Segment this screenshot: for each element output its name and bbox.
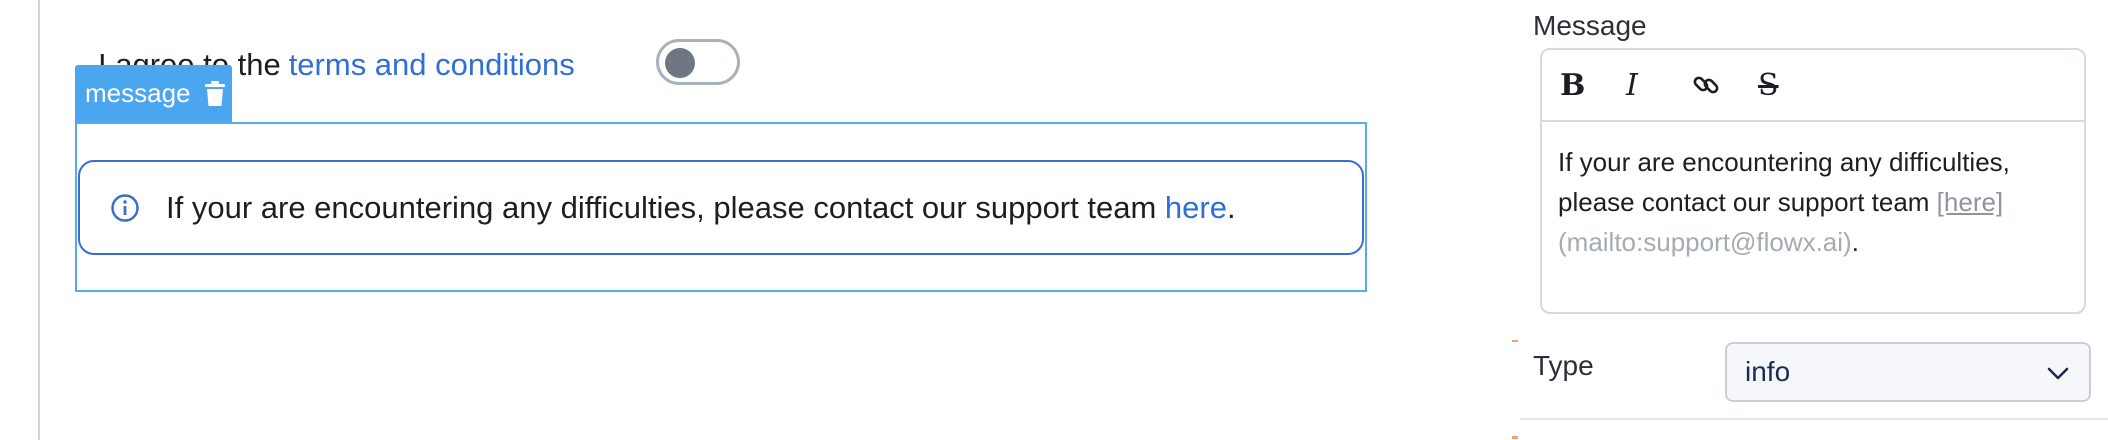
toggle-knob xyxy=(665,48,695,78)
message-body: If your are encountering any difficultie… xyxy=(166,189,1157,225)
message-text: If your are encountering any difficultie… xyxy=(166,190,1236,226)
accent-mark-bottom xyxy=(1512,436,1518,439)
editor-toolbar: B I S xyxy=(1542,50,2084,122)
component-tag-label: message xyxy=(85,78,191,108)
info-circle-icon xyxy=(110,193,140,223)
message-suffix: . xyxy=(1226,189,1236,225)
editor-link-url: (mailto:support@flowx.ai) xyxy=(1558,227,1852,257)
panel-divider xyxy=(1520,418,2108,420)
link-icon[interactable] xyxy=(1692,71,1758,99)
type-select[interactable]: info xyxy=(1725,342,2091,402)
terms-toggle[interactable] xyxy=(656,39,740,85)
bold-button[interactable]: B xyxy=(1560,68,1626,103)
italic-button[interactable]: I xyxy=(1626,68,1692,103)
chevron-down-icon xyxy=(2045,360,2071,386)
form-canvas: I agree to the terms and conditions mess… xyxy=(0,0,1520,440)
editor-content[interactable]: If your are encountering any difficultie… xyxy=(1542,122,2084,282)
accent-mark xyxy=(1512,340,1518,342)
properties-panel: Message B I S If your are encountering a… xyxy=(1520,0,2108,440)
message-link[interactable]: here xyxy=(1165,190,1227,225)
editor-suffix: . xyxy=(1851,227,1859,257)
message-editor[interactable]: B I S If your are encountering any diffi… xyxy=(1540,48,2086,314)
type-field-label: Type xyxy=(1533,350,1594,381)
type-select-value: info xyxy=(1745,356,1791,387)
trash-icon[interactable] xyxy=(203,80,227,107)
component-tag[interactable]: message xyxy=(75,65,232,122)
strikethrough-button[interactable]: S xyxy=(1758,68,1824,103)
message-field-label: Message xyxy=(1533,10,1647,41)
canvas-left-border xyxy=(38,0,40,440)
message-component[interactable]: If your are encountering any difficultie… xyxy=(78,160,1364,255)
editor-link-text: [here] xyxy=(1936,187,2004,217)
terms-link[interactable]: terms and conditions xyxy=(289,47,575,83)
